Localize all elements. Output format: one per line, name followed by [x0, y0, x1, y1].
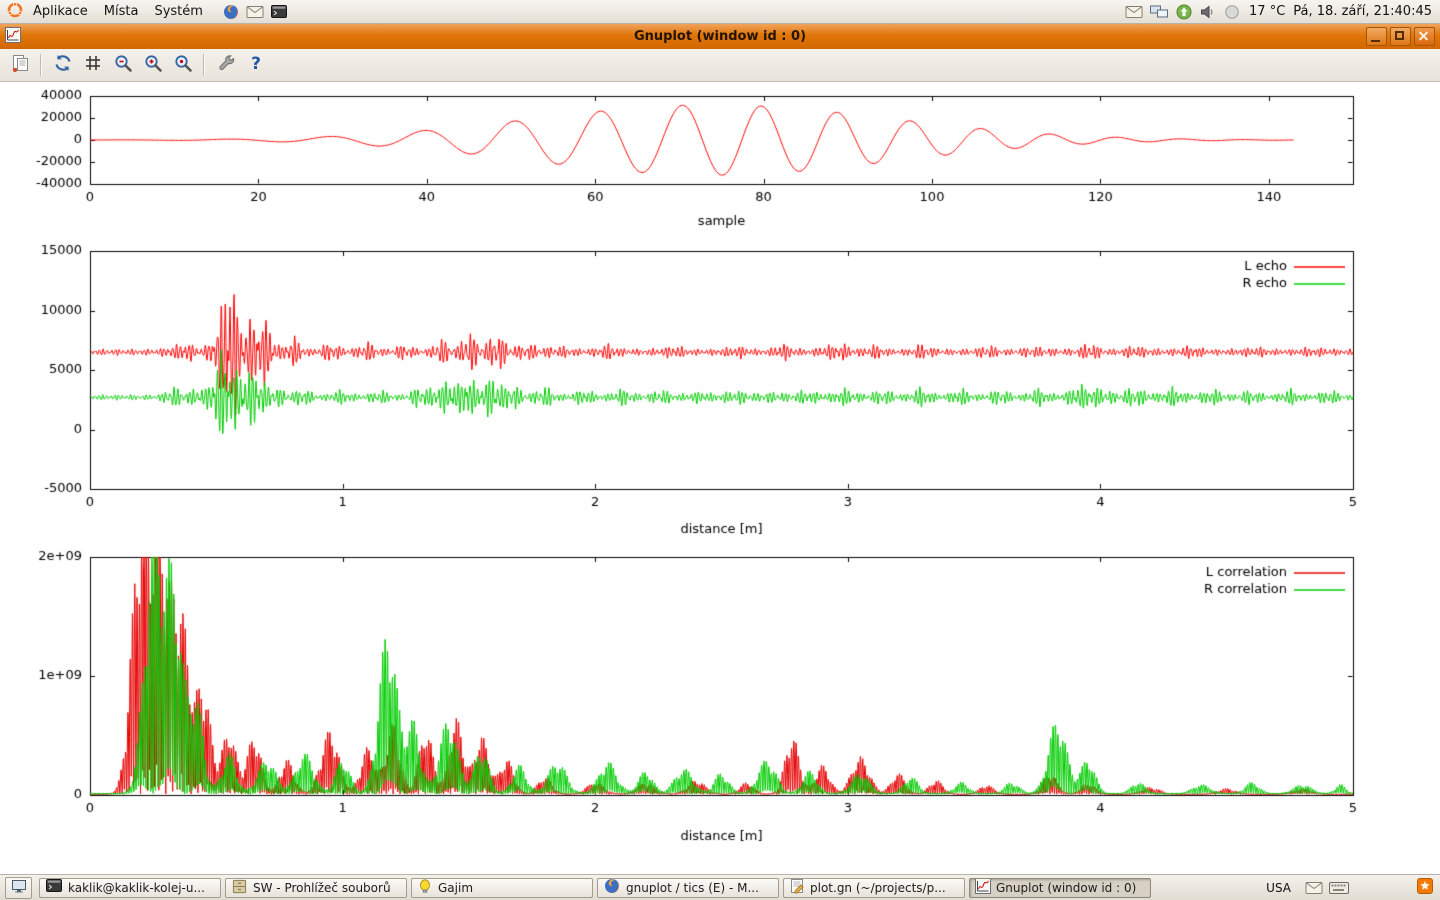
tray-icons: [1125, 3, 1241, 21]
toolbar-help-button[interactable]: ?: [242, 52, 269, 79]
panel-launchers: [222, 3, 288, 21]
show-desktop-button[interactable]: [5, 877, 32, 899]
taskbar-window-button[interactable]: gnuplot / tics (E) - M...: [597, 878, 779, 898]
maximize-icon: [1395, 31, 1404, 40]
zoom-next-icon: [143, 53, 163, 77]
menu-places[interactable]: Místa: [97, 3, 146, 20]
top-panel: Aplikace Místa Systém 17 °C Pá, 18. září…: [0, 0, 1440, 24]
toolbar-settings-button[interactable]: [212, 52, 239, 79]
volume-tray-icon[interactable]: [1199, 3, 1217, 21]
mail-tray-icon[interactable]: [1305, 881, 1323, 895]
window-toolbar: ?: [0, 49, 1440, 82]
taskbar-window-label: SW - Prohlížeč souborů: [253, 881, 401, 895]
window-titlebar[interactable]: Gnuplot (window id : 0): [0, 24, 1440, 49]
help-icon: ?: [246, 53, 266, 77]
toolbar-zoom-next-button[interactable]: [139, 52, 166, 79]
taskbar-window-button[interactable]: plot.gn (~/projects/p...: [783, 878, 965, 898]
gnuplot-icon: [975, 878, 991, 897]
keyboard-layout-indicator[interactable]: USA: [1262, 880, 1295, 896]
taskbar: kaklik@kaklik-kolej-u... SW - Prohlížeč s…: [0, 874, 1440, 900]
grid-icon: [83, 53, 103, 77]
zoom-previous-icon: [113, 53, 133, 77]
taskbar-window-list: kaklik@kaklik-kolej-u... SW - Prohlížeč s…: [39, 878, 1151, 898]
echo-plot[interactable]: [0, 238, 1440, 546]
terminal-icon: [45, 878, 63, 898]
taskbar-window-button[interactable]: kaklik@kaklik-kolej-u...: [39, 878, 221, 898]
screens-tray-icon[interactable]: [1149, 3, 1169, 21]
svg-text:?: ?: [251, 54, 261, 73]
window-controls: [1366, 27, 1435, 46]
refresh-icon: [53, 53, 73, 77]
firefox-launcher-icon[interactable]: [222, 3, 240, 21]
maximize-button[interactable]: [1390, 27, 1411, 46]
mail-launcher-icon[interactable]: [246, 5, 264, 19]
terminal-launcher-icon[interactable]: [270, 3, 288, 21]
toolbar-autoscale-button[interactable]: [169, 52, 196, 79]
mail-tray-icon[interactable]: [1125, 5, 1143, 19]
notification-badge-icon[interactable]: [1417, 878, 1433, 897]
clock[interactable]: Pá, 18. září, 21:40:45: [1293, 4, 1432, 19]
autoscale-icon: [173, 53, 193, 77]
taskbar-window-button[interactable]: Gajim: [411, 878, 593, 898]
taskbar-window-label: Gnuplot (window id : 0): [996, 881, 1145, 895]
taskbar-window-button[interactable]: SW - Prohlížeč souborů: [225, 878, 407, 898]
weather-tray-icon[interactable]: [1223, 3, 1241, 21]
taskbar-window-label: gnuplot / tics (E) - M...: [626, 881, 773, 895]
minimize-icon: [1371, 40, 1380, 42]
taskbar-window-label: kaklik@kaklik-kolej-u...: [68, 881, 215, 895]
editor-icon: [789, 878, 805, 897]
file-manager-icon: [231, 878, 248, 898]
gajim-icon: [417, 878, 433, 897]
copy-icon: [10, 53, 30, 77]
toolbar-separator: [203, 54, 205, 76]
taskbar-window-button[interactable]: Gnuplot (window id : 0): [969, 878, 1151, 898]
gnuplot-window-icon: [5, 27, 21, 47]
correlation-plot[interactable]: [0, 546, 1440, 854]
panel-menubar: Aplikace Místa Systém: [6, 1, 288, 23]
show-desktop-icon: [11, 878, 27, 898]
minimize-button[interactable]: [1366, 27, 1387, 46]
ubuntu-logo-icon[interactable]: [6, 1, 24, 23]
update-tray-icon[interactable]: [1175, 3, 1193, 21]
taskbar-window-label: plot.gn (~/projects/p...: [810, 881, 959, 895]
toolbar-separator: [40, 54, 42, 76]
taskbar-window-label: Gajim: [438, 881, 587, 895]
panel-tray: 17 °C Pá, 18. září, 21:40:45: [1125, 3, 1434, 21]
settings-icon: [216, 53, 236, 77]
toolbar-refresh-button[interactable]: [49, 52, 76, 79]
close-button[interactable]: [1414, 27, 1435, 46]
plot-area: [0, 82, 1440, 874]
taskbar-tray-icons: [1305, 881, 1349, 895]
keyboard-tray-icon[interactable]: [1329, 881, 1349, 895]
toolbar-zoom-previous-button[interactable]: [109, 52, 136, 79]
menu-applications[interactable]: Aplikace: [26, 3, 95, 20]
menu-system[interactable]: Systém: [147, 3, 209, 20]
toolbar-copy-button[interactable]: [6, 52, 33, 79]
taskbar-tray: USA: [1262, 878, 1435, 897]
waveform-plot[interactable]: [0, 82, 1440, 238]
firefox-icon: [603, 878, 621, 898]
toolbar-grid-button[interactable]: [79, 52, 106, 79]
temperature-indicator: 17 °C: [1249, 4, 1285, 19]
gnuplot-icon: [5, 27, 21, 47]
ubuntu-logo-icon: [6, 4, 24, 23]
orange-badge-icon: [1417, 878, 1433, 897]
window-title: Gnuplot (window id : 0): [0, 29, 1440, 44]
